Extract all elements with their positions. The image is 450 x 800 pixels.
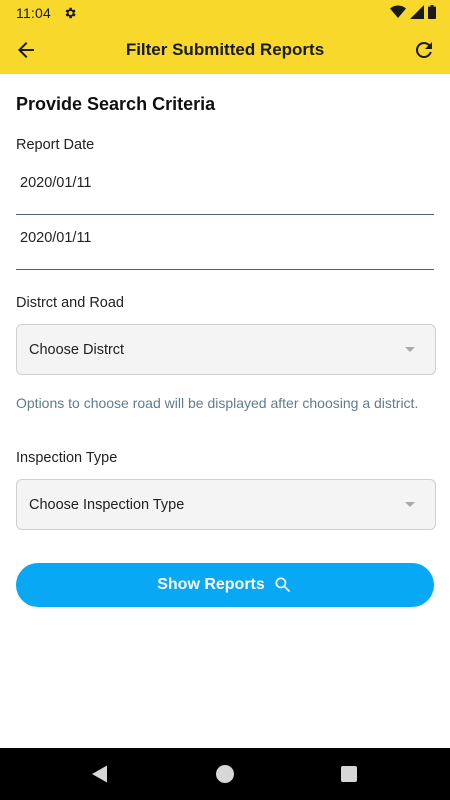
- search-icon: [273, 575, 293, 595]
- show-reports-button[interactable]: Show Reports: [16, 563, 434, 607]
- settings-icon: [63, 6, 77, 20]
- status-icons: [390, 4, 436, 22]
- nav-recents-icon[interactable]: [341, 766, 357, 782]
- district-road-label: Distrct and Road: [16, 295, 124, 311]
- status-bar: 11:04: [0, 0, 450, 26]
- district-select[interactable]: Choose Distrct: [16, 324, 436, 375]
- show-reports-label: Show Reports: [157, 576, 265, 593]
- page-title: Filter Submitted Reports: [125, 40, 325, 59]
- district-select-value: Choose Distrct: [29, 341, 125, 358]
- report-date-label: Report Date: [16, 137, 95, 153]
- section-title: Provide Search Criteria: [16, 94, 216, 114]
- cell-signal-icon: [410, 4, 424, 22]
- district-hint-text: Options to choose road will be displayed…: [16, 395, 419, 411]
- report-date-from-field[interactable]: 2020/01/11: [16, 169, 434, 215]
- nav-back-icon[interactable]: [90, 764, 110, 784]
- refresh-icon[interactable]: [412, 38, 436, 62]
- inspection-type-select-value: Choose Inspection Type: [29, 496, 185, 513]
- system-nav-bar: [0, 748, 450, 800]
- dropdown-arrow-icon: [405, 347, 415, 352]
- dropdown-arrow-icon: [405, 502, 415, 507]
- app-bar: Filter Submitted Reports: [0, 26, 450, 74]
- wifi-icon: [390, 5, 406, 22]
- inspection-type-label: Inspection Type: [16, 450, 118, 466]
- status-time: 11:04: [16, 5, 51, 21]
- battery-icon: [428, 4, 436, 22]
- nav-home-icon[interactable]: [216, 765, 234, 783]
- inspection-type-select[interactable]: Choose Inspection Type: [16, 479, 436, 530]
- report-date-to-field[interactable]: 2020/01/11: [16, 224, 434, 270]
- arrow-back-icon[interactable]: [14, 38, 38, 62]
